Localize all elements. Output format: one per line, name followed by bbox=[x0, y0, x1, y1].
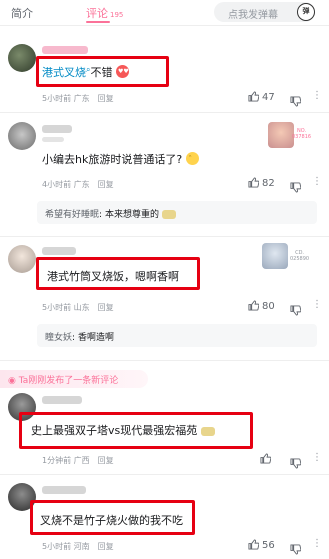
comment-time: 1分钟前 bbox=[42, 456, 72, 465]
tab-comments[interactable]: 评论 195 bbox=[86, 5, 123, 21]
comment-time: 5小时前 bbox=[42, 303, 72, 312]
comment-time: 5小时前 bbox=[42, 542, 72, 551]
sub-reply-username[interactable]: 希望有好睡眠 bbox=[45, 210, 99, 220]
comment-meta: 5小时前 山东 回复 bbox=[42, 302, 114, 313]
dislike-button[interactable] bbox=[290, 301, 302, 320]
like-count: 56 bbox=[262, 540, 275, 551]
reply-button[interactable]: 回复 bbox=[98, 456, 114, 465]
username-blurred[interactable] bbox=[42, 396, 82, 404]
comment-location: 河南 bbox=[73, 542, 90, 551]
plus-icon: ◉ bbox=[8, 376, 16, 386]
username-blurred[interactable] bbox=[42, 486, 86, 494]
username-blurred[interactable] bbox=[42, 247, 76, 255]
comment-meta: 4小时前 广东 回复 bbox=[42, 179, 114, 190]
thumbs-down-icon bbox=[290, 458, 302, 469]
thumbs-down-icon bbox=[290, 544, 302, 555]
tab-intro[interactable]: 简介 bbox=[11, 5, 33, 21]
avatar[interactable] bbox=[8, 44, 36, 72]
dislike-button[interactable] bbox=[290, 540, 302, 559]
comment-text: 小编去hk旅游时说普通话了? ᵔ bbox=[42, 151, 199, 167]
thumbs-up-icon bbox=[260, 453, 272, 464]
avatar[interactable] bbox=[8, 245, 36, 273]
reply-button[interactable]: 回复 bbox=[98, 180, 114, 189]
divider bbox=[0, 112, 329, 113]
username-blurred[interactable] bbox=[42, 125, 72, 133]
danmaku-icon[interactable]: 弹 bbox=[297, 3, 315, 21]
comment-text-body: 小编去hk旅游时说普通话了? bbox=[42, 153, 183, 166]
thumbs-down-icon bbox=[290, 96, 302, 107]
sub-reply-box[interactable]: 希望有好睡眠: 本来想尊重的 bbox=[37, 201, 317, 224]
more-dots-icon[interactable]: ⋮ bbox=[312, 452, 322, 463]
comment-location: 山东 bbox=[73, 303, 90, 312]
reply-button[interactable]: 回复 bbox=[98, 303, 114, 312]
thumbs-up-icon bbox=[248, 300, 260, 311]
top-tab-bar: 简介 评论 195 点我发弹幕 弹 bbox=[0, 0, 329, 26]
comment-time: 4小时前 bbox=[42, 180, 72, 189]
dislike-button[interactable] bbox=[290, 92, 302, 111]
like-button[interactable]: 82 bbox=[248, 177, 275, 189]
new-comment-notice[interactable]: ◉ Ta刚刚发布了一条新评论 bbox=[0, 370, 148, 388]
thumbs-down-icon bbox=[290, 182, 302, 193]
like-button[interactable]: 56 bbox=[248, 539, 275, 551]
more-dots-icon[interactable]: ⋮ bbox=[312, 90, 322, 101]
comment-time: 5小时前 bbox=[42, 94, 72, 103]
reply-button[interactable]: 回复 bbox=[98, 94, 114, 103]
like-button[interactable]: 80 bbox=[248, 300, 275, 312]
fan-badge-caption: CD. 025890 bbox=[290, 250, 309, 262]
new-comment-notice-text: Ta刚刚发布了一条新评论 bbox=[18, 376, 119, 386]
more-dots-icon[interactable]: ⋮ bbox=[312, 538, 322, 549]
avatar[interactable] bbox=[8, 122, 36, 150]
user-level-blurred bbox=[42, 137, 64, 142]
like-count: 47 bbox=[262, 92, 275, 103]
divider bbox=[0, 360, 329, 361]
thumbs-up-icon bbox=[248, 91, 260, 102]
tab-comments-label: 评论 bbox=[86, 7, 108, 20]
highlight-box bbox=[30, 500, 195, 535]
thumbs-down-icon bbox=[290, 305, 302, 316]
rice-bowl-emoji-icon bbox=[161, 210, 176, 219]
dislike-button[interactable] bbox=[290, 178, 302, 197]
reply-button[interactable]: 回复 bbox=[98, 542, 114, 551]
fan-badge-image bbox=[268, 122, 294, 148]
comment-location: 广东 bbox=[73, 94, 90, 103]
more-dots-icon[interactable]: ⋮ bbox=[312, 176, 322, 187]
like-button[interactable]: 47 bbox=[248, 91, 275, 103]
dislike-button[interactable] bbox=[290, 454, 302, 473]
sub-reply-text: 香啊造啊 bbox=[77, 333, 114, 343]
like-count: 82 bbox=[262, 178, 275, 189]
username-blurred[interactable] bbox=[42, 46, 88, 54]
sub-reply-text: 本来想尊重的 bbox=[104, 210, 159, 220]
comment-meta: 5小时前 广东 回复 bbox=[42, 93, 114, 104]
comment-count: 195 bbox=[110, 11, 124, 19]
thumbs-up-icon bbox=[248, 539, 260, 550]
fan-badge-caption-line2: 025890 bbox=[290, 256, 310, 262]
sub-reply-username[interactable]: 瞳女妖 bbox=[45, 333, 72, 343]
active-tab-indicator bbox=[86, 21, 110, 23]
fan-badge-caption: NO. 037816 bbox=[292, 128, 311, 140]
more-dots-icon[interactable]: ⋮ bbox=[312, 299, 322, 310]
highlight-box bbox=[36, 56, 169, 87]
highlight-box bbox=[36, 257, 200, 290]
sub-reply-separator: : bbox=[99, 210, 103, 220]
like-count: 80 bbox=[262, 301, 275, 312]
comment-location: 广西 bbox=[73, 456, 90, 465]
sub-reply-box[interactable]: 瞳女妖: 香啊造啊 bbox=[37, 324, 317, 347]
thumbs-up-icon bbox=[248, 177, 260, 188]
fan-badge-image bbox=[262, 243, 288, 269]
like-button[interactable] bbox=[260, 453, 274, 465]
sweat-emoji-icon: ᵔ bbox=[185, 152, 199, 165]
comment-meta: 1分钟前 广西 回复 bbox=[42, 455, 114, 466]
sub-reply-separator: : bbox=[72, 333, 76, 343]
divider bbox=[0, 474, 329, 475]
comment-meta: 5小时前 河南 回复 bbox=[42, 541, 114, 552]
comment-location: 广东 bbox=[73, 180, 90, 189]
fan-badge-caption-line2: 037816 bbox=[292, 134, 312, 140]
divider bbox=[0, 236, 329, 237]
highlight-box bbox=[19, 412, 253, 449]
